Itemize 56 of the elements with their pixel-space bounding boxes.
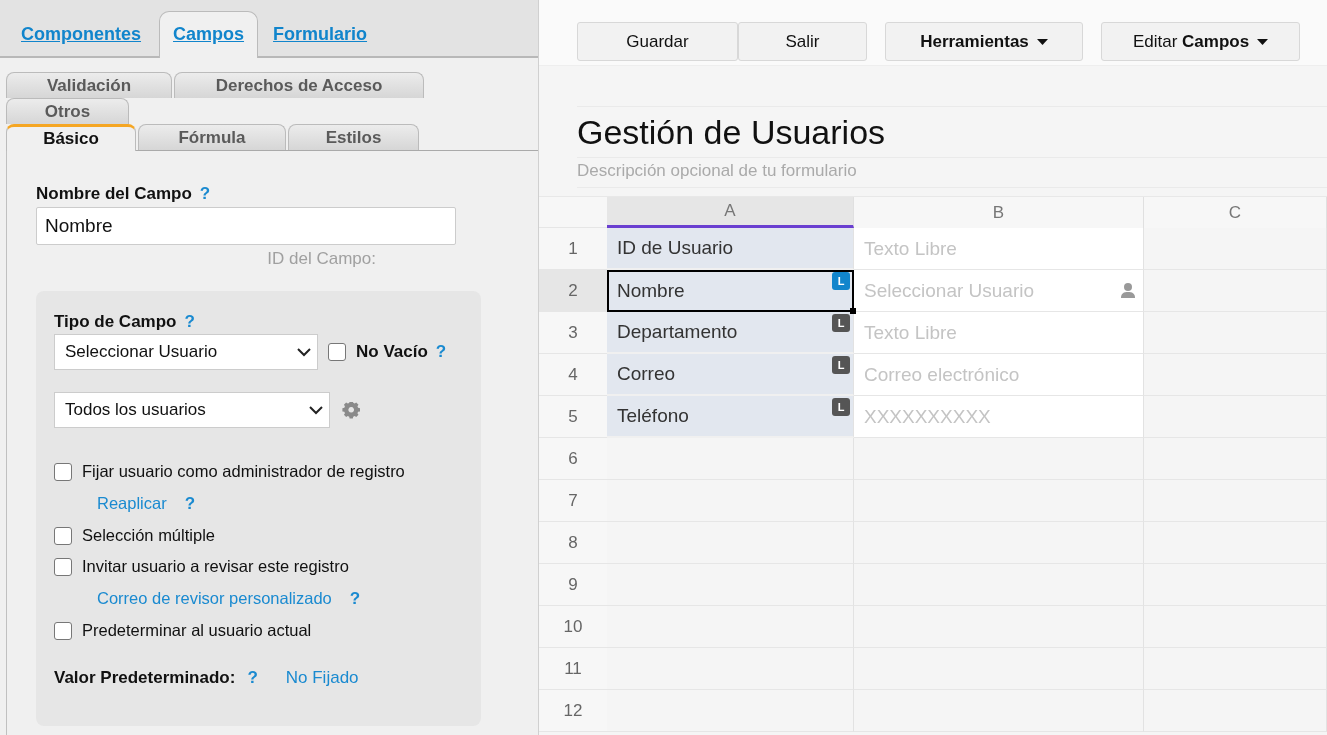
- badge: L: [832, 356, 850, 374]
- caret-icon: [1036, 38, 1048, 45]
- checkbox-label: Invitar usuario a revisar este registro: [82, 557, 349, 576]
- field-id-label: ID del Campo:: [267, 249, 376, 268]
- tab[interactable]: Básico: [6, 124, 136, 151]
- person-icon: [1121, 283, 1135, 298]
- checkbox-label: No Vacío: [356, 342, 428, 362]
- field-label: Nombre del Campo: [36, 184, 192, 204]
- dropdown[interactable]: Todos los usuarios: [54, 392, 330, 428]
- column-header[interactable]: A: [607, 197, 854, 228]
- tab[interactable]: Estilos: [288, 124, 419, 150]
- tab[interactable]: Otros: [6, 98, 129, 124]
- empty-cell[interactable]: [1144, 438, 1327, 480]
- dropdown[interactable]: Seleccionar Usuario: [54, 334, 318, 370]
- fill-handle[interactable]: [850, 308, 856, 314]
- tab[interactable]: Formulario: [258, 24, 386, 56]
- field-label: Tipo de Campo: [54, 312, 177, 332]
- checkbox[interactable]: [54, 621, 72, 640]
- link[interactable]: No Fijado: [285, 668, 359, 688]
- help-icon[interactable]: ?: [349, 588, 361, 609]
- tab[interactable]: Componentes: [6, 24, 159, 56]
- form-title[interactable]: Gestión de Usuarios: [577, 106, 1327, 158]
- chevron-down-icon: [297, 347, 311, 357]
- badge: L: [832, 314, 850, 332]
- checkbox[interactable]: [54, 462, 72, 481]
- field-label: Valor Predeterminado:: [54, 668, 236, 688]
- checkbox[interactable]: [328, 343, 346, 361]
- help-icon[interactable]: ?: [184, 312, 195, 332]
- badge: L: [832, 272, 850, 290]
- row-number: 2: [539, 270, 607, 312]
- tab[interactable]: Campos: [159, 11, 259, 58]
- tab[interactable]: Validación: [6, 72, 172, 98]
- checkbox-label: Fijar usuario como administrador de registro: [82, 462, 405, 481]
- help-icon[interactable]: ?: [247, 668, 258, 688]
- badge: L: [832, 398, 850, 416]
- help-icon[interactable]: ?: [184, 493, 196, 514]
- help-icon[interactable]: ?: [199, 184, 211, 204]
- help-icon[interactable]: ?: [435, 342, 447, 362]
- table-cell[interactable]: ID de Usuario: [607, 228, 854, 270]
- gear-icon: [342, 401, 360, 419]
- toolbar-button[interactable]: Guardar: [577, 22, 738, 61]
- checkbox-label: Predeterminar al usuario actual: [82, 621, 312, 640]
- toolbar-button[interactable]: Salir: [738, 22, 867, 61]
- chevron-down-icon: [309, 405, 323, 415]
- checkbox[interactable]: [54, 557, 72, 576]
- caret-icon: [1257, 38, 1269, 45]
- tab[interactable]: Derechos de Acceso: [174, 72, 424, 98]
- toolbar-button[interactable]: Herramientas: [885, 22, 1083, 61]
- checkbox-label: Selección múltiple: [82, 526, 215, 545]
- toolbar-button[interactable]: Editar Campos: [1101, 22, 1300, 61]
- link[interactable]: Reaplicar: [97, 494, 167, 513]
- link[interactable]: Correo de revisor personalizado: [97, 589, 332, 608]
- tab[interactable]: Fórmula: [138, 124, 286, 150]
- text-field[interactable]: Nombre: [36, 207, 456, 245]
- checkbox[interactable]: [54, 526, 72, 545]
- empty-cell[interactable]: [854, 438, 1144, 480]
